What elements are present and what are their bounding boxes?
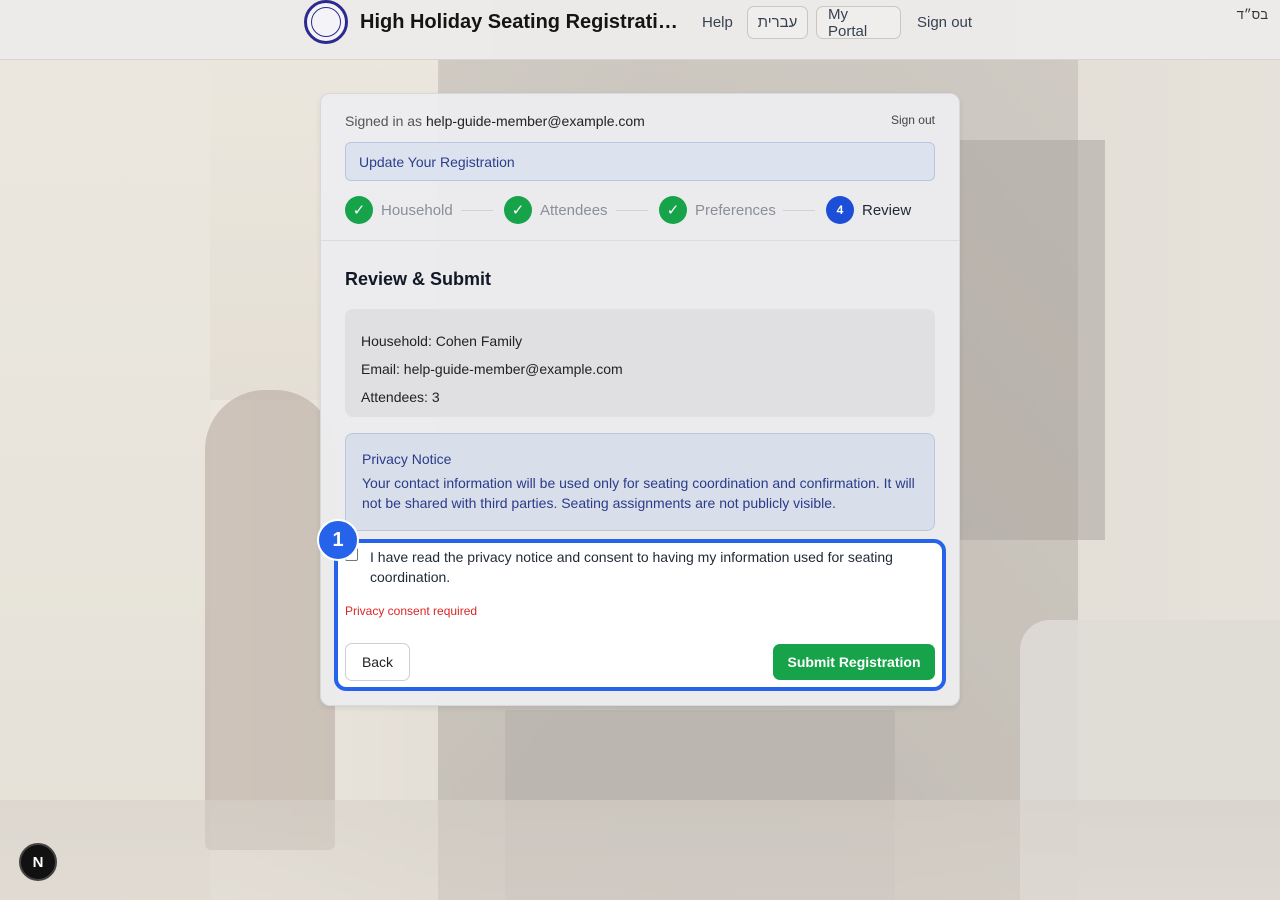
review-title: Review & Submit	[345, 269, 492, 289]
step-preferences[interactable]: ✓ Preferences	[659, 196, 776, 224]
my-portal-button[interactable]: My Portal	[816, 6, 901, 40]
back-button[interactable]: Back	[345, 643, 410, 681]
summary-household: Household: Cohen Family	[361, 333, 523, 349]
step-connector	[783, 210, 815, 211]
step-label: Household	[381, 201, 453, 219]
signed-in-prefix: Signed in as	[345, 113, 423, 129]
privacy-body: Your contact information will be used on…	[362, 475, 915, 511]
site-title[interactable]: High Holiday Seating Registrati…	[360, 11, 680, 34]
step-label: Attendees	[540, 201, 608, 219]
language-toggle-button[interactable]: עברית	[747, 6, 808, 39]
step-connector	[461, 210, 493, 211]
step-review[interactable]: 4 Review	[826, 196, 911, 224]
step-attendees[interactable]: ✓ Attendees	[504, 196, 608, 224]
nextjs-dev-icon[interactable]: N	[19, 843, 57, 881]
step-household[interactable]: ✓ Household	[345, 196, 453, 224]
signed-in-info: Signed in as help-guide-member@example.c…	[345, 113, 645, 129]
update-registration-banner: Update Your Registration	[345, 142, 935, 181]
signed-in-email: help-guide-member@example.com	[425, 113, 645, 129]
submit-registration-button[interactable]: Submit Registration	[773, 644, 935, 680]
consent-error-message: Privacy consent required	[345, 604, 478, 618]
card-sign-out-link[interactable]: Sign out	[891, 113, 935, 127]
consent-label[interactable]: I have read the privacy notice and conse…	[370, 547, 930, 587]
header-sign-out-link[interactable]: Sign out	[917, 14, 972, 31]
top-header: High Holiday Seating Registrati… Help עב…	[0, 0, 1280, 60]
step-label: Preferences	[695, 201, 776, 219]
registration-summary: Household: Cohen Family Email: help-guid…	[345, 309, 935, 417]
step-number: 4	[826, 196, 854, 224]
divider	[321, 240, 959, 241]
summary-email: Email: help-guide-member@example.com	[361, 361, 623, 377]
check-icon: ✓	[659, 196, 687, 224]
privacy-notice: Privacy Notice Your contact information …	[345, 433, 935, 531]
annotation-badge: 1	[317, 519, 359, 561]
bsd-label: בס״ד	[1236, 7, 1268, 22]
step-label: Review	[862, 201, 912, 219]
privacy-title: Privacy Notice	[362, 451, 452, 467]
progress-steps: ✓ Household ✓ Attendees ✓ Preferences 4 …	[345, 196, 935, 226]
step-connector	[616, 210, 648, 211]
synagogue-logo[interactable]	[304, 0, 348, 44]
check-icon: ✓	[345, 196, 373, 224]
help-link[interactable]: Help	[702, 14, 733, 31]
summary-attendees: Attendees: 3	[361, 389, 440, 405]
check-icon: ✓	[504, 196, 532, 224]
